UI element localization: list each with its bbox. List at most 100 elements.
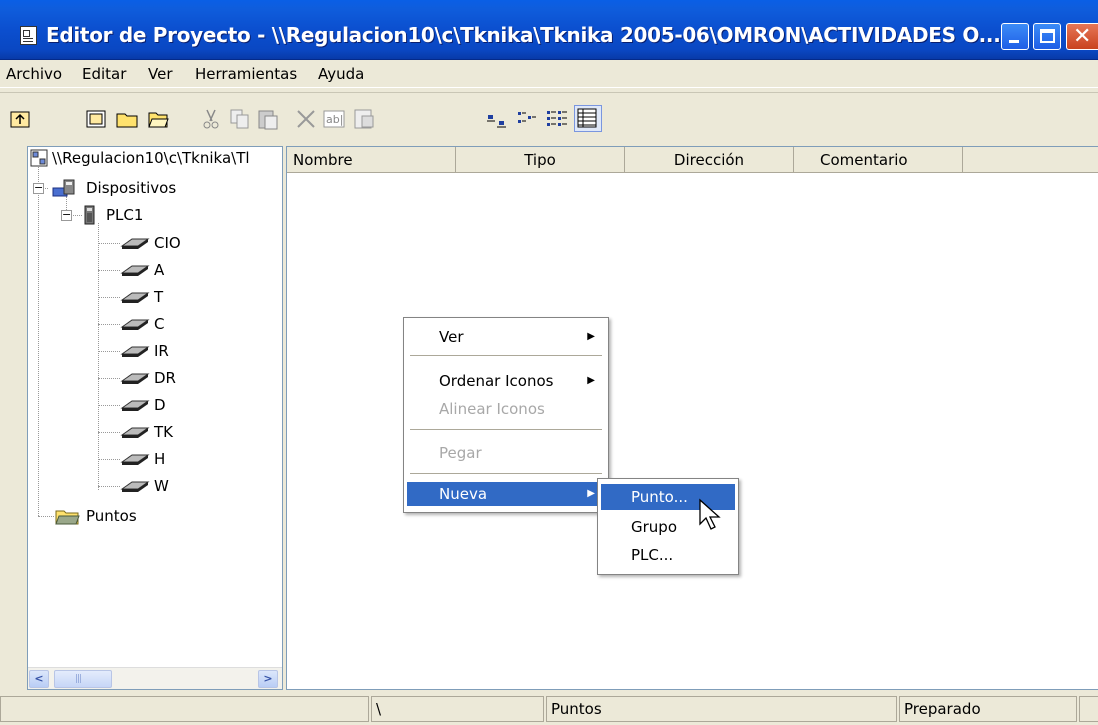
memory-area-icon	[120, 481, 150, 492]
tree-area-tk[interactable]: TK	[120, 422, 240, 442]
toolbar: ab|	[0, 92, 1098, 142]
copy-button[interactable]	[228, 107, 252, 131]
maximize-button[interactable]	[1033, 23, 1061, 50]
cut-icon	[203, 109, 219, 129]
delete-icon	[297, 110, 315, 128]
tree-area-dr[interactable]: DR	[120, 368, 240, 388]
details-view-icon	[577, 108, 597, 128]
open-folder-button[interactable]	[115, 107, 139, 131]
menu-item-alinear-label: Alinear Iconos	[439, 400, 545, 418]
menu-separator	[410, 355, 602, 356]
tree-area-label: IR	[154, 342, 169, 360]
devices-icon	[52, 179, 75, 197]
open-folder-icon	[116, 113, 138, 128]
list-header: Nombre Tipo Dirección Comentario	[287, 147, 1098, 173]
app-icon[interactable]	[20, 26, 37, 45]
menu-editar[interactable]: Editar	[82, 65, 126, 83]
tree-plc1-label: PLC1	[106, 206, 144, 224]
small-icons-button[interactable]	[515, 107, 539, 131]
menu-item-ordenar-label: Ordenar Iconos	[439, 372, 554, 390]
points-folder-icon	[55, 510, 80, 525]
properties-button[interactable]	[352, 107, 376, 131]
tree-area-cio[interactable]: CIO	[120, 233, 240, 253]
dispositivos-expander[interactable]: −	[33, 182, 44, 194]
tree-area-label: T	[154, 288, 164, 306]
tree-horizontal-scrollbar[interactable]: < >	[28, 667, 282, 689]
menu-bar: Archivo Editar Ver Herramientas Ayuda	[0, 60, 1098, 88]
status-panel-empty	[0, 696, 369, 722]
context-menu: Ver ▶ Ordenar Iconos ▶ Alinear Iconos Pega…	[403, 317, 609, 513]
menu-ver[interactable]: Ver	[148, 65, 173, 83]
menu-ayuda[interactable]: Ayuda	[318, 65, 364, 83]
menu-item-pegar-label: Pegar	[439, 444, 482, 462]
column-nombre[interactable]: Nombre	[287, 147, 456, 173]
tree-area-a[interactable]: A	[120, 260, 240, 280]
tree-area-w[interactable]: W	[120, 476, 240, 496]
tree-root-label: \\Regulacion10\c\Tknika\Tl	[52, 149, 250, 167]
memory-area-icon	[120, 373, 150, 384]
submenu-arrow-icon: ▶	[587, 488, 595, 499]
cut-button[interactable]	[199, 107, 223, 131]
tree-area-t[interactable]: T	[120, 287, 240, 307]
tree-area-h[interactable]: H	[120, 449, 240, 469]
up-folder-button[interactable]	[8, 107, 32, 131]
plc-expander[interactable]: −	[61, 209, 72, 221]
submenu-item-plc[interactable]: PLC...	[601, 542, 735, 568]
rename-button[interactable]: ab|	[322, 107, 346, 131]
menu-herramientas[interactable]: Herramientas	[195, 65, 297, 83]
copy-icon	[230, 109, 249, 129]
plc-icon	[84, 205, 95, 225]
project-tree[interactable]: \\Regulacion10\c\Tknika\Tl − Dispositivo…	[27, 146, 283, 690]
minimize-icon	[1009, 40, 1019, 43]
tree-area-d[interactable]: D	[120, 395, 240, 415]
list-view-icon	[547, 111, 567, 126]
scroll-thumb[interactable]	[54, 670, 112, 688]
status-bar: \ Puntos Preparado	[0, 694, 1098, 725]
column-comentario[interactable]: Comentario	[794, 147, 963, 173]
menu-item-nueva[interactable]: Nueva ▶	[407, 482, 605, 506]
menu-item-alinear-iconos: Alinear Iconos	[407, 397, 605, 421]
tree-area-label: D	[154, 396, 166, 414]
tree-area-label: C	[154, 315, 165, 333]
small-icons-icon	[518, 112, 536, 123]
tree-area-c[interactable]: C	[120, 314, 240, 334]
size-grip[interactable]	[1079, 696, 1098, 722]
memory-area-icon	[120, 346, 150, 357]
tree-area-ir[interactable]: IR	[120, 341, 240, 361]
menu-archivo[interactable]: Archivo	[6, 65, 62, 83]
new-project-button[interactable]	[84, 107, 108, 131]
status-location: Puntos	[546, 696, 897, 722]
status-text: Preparado	[899, 696, 1077, 722]
memory-area-icon	[120, 319, 150, 330]
tree-area-label: A	[154, 261, 165, 279]
properties-icon	[354, 109, 374, 129]
scroll-left-arrow-icon[interactable]: <	[29, 670, 49, 688]
title-bar[interactable]: Editor de Proyecto - \\Regulacion10\c\Tk…	[0, 0, 1098, 60]
details-view-button[interactable]	[574, 105, 602, 132]
list-view-button[interactable]	[545, 107, 569, 131]
memory-area-icon	[120, 400, 150, 411]
open-file-icon	[148, 112, 169, 128]
scroll-right-arrow-icon[interactable]: >	[258, 670, 278, 688]
tree-area-label: W	[154, 477, 169, 495]
close-button[interactable]: ✕	[1066, 23, 1098, 50]
menu-separator	[410, 429, 602, 430]
menu-item-ordenar-iconos[interactable]: Ordenar Iconos ▶	[407, 369, 605, 393]
paste-icon	[258, 110, 278, 130]
delete-button[interactable]	[294, 107, 318, 131]
menu-item-ver[interactable]: Ver ▶	[407, 325, 605, 349]
large-icons-icon	[487, 115, 506, 128]
memory-area-icon	[120, 427, 150, 438]
column-tipo[interactable]: Tipo	[456, 147, 625, 173]
tree-area-label: CIO	[154, 234, 181, 252]
minimize-button[interactable]	[1001, 23, 1029, 50]
tree-area-label: TK	[154, 423, 173, 441]
paste-button[interactable]	[256, 107, 280, 131]
rename-icon: ab|	[323, 110, 345, 128]
tree-area-label: DR	[154, 369, 176, 387]
open-file-button[interactable]	[146, 107, 170, 131]
large-icons-button[interactable]	[485, 107, 509, 131]
column-direccion[interactable]: Dirección	[625, 147, 794, 173]
project-icon	[30, 149, 48, 167]
memory-area-icon	[120, 454, 150, 465]
